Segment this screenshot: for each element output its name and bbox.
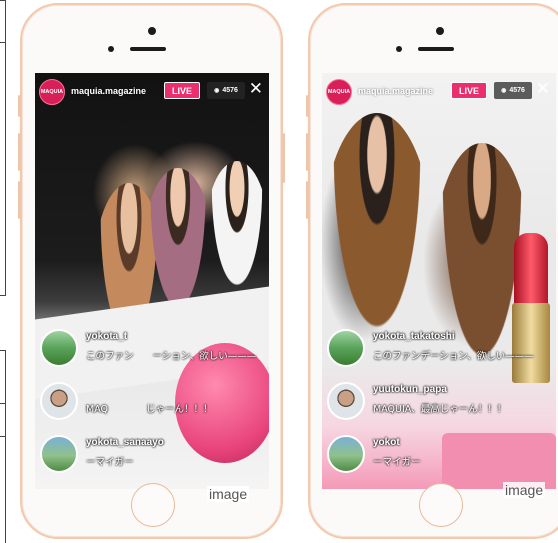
- sensor-dot: [396, 46, 402, 52]
- comment-avatar[interactable]: [40, 435, 78, 473]
- volume-down-button: [306, 181, 309, 219]
- comment-text: MAQUIA、最高じゃーん！！！: [373, 404, 507, 415]
- speaker: [130, 47, 166, 51]
- live-stream-screen: MAQUIA maquia.magazine LIVE ◉ 4576 ✕ yok…: [322, 73, 556, 489]
- front-camera: [436, 27, 444, 35]
- close-icon[interactable]: ✕: [249, 79, 263, 99]
- comment-username[interactable]: yokot: [373, 437, 400, 448]
- image-caption: image: [207, 486, 250, 502]
- comment-avatar[interactable]: [327, 329, 365, 367]
- volume-up-button: [18, 133, 21, 171]
- account-username[interactable]: maquia.magazine: [358, 86, 433, 96]
- stream-header: MAQUIA maquia.magazine LIVE ◉ 4576 ✕: [39, 79, 265, 105]
- image-caption: image: [503, 482, 546, 498]
- live-badge: LIVE: [451, 82, 487, 99]
- front-camera: [148, 27, 156, 35]
- eye-icon: ◉: [214, 88, 220, 94]
- mute-switch: [306, 95, 309, 117]
- live-stream-screen: MAQUIA maquia.magazine LIVE ◉ 4576 ✕ yok…: [35, 73, 269, 489]
- viewer-count: 4576: [509, 87, 525, 94]
- phone-mockup-left: MAQUIA maquia.magazine LIVE ◉ 4576 ✕ yok…: [18, 3, 285, 539]
- viewer-count-badge: ◉ 4576: [494, 82, 532, 99]
- comment-text: MAQ じゃーん！！！: [86, 404, 213, 415]
- sensor-dot: [108, 46, 114, 52]
- eye-icon: ◉: [501, 88, 507, 94]
- viewer-count-badge: ◉ 4576: [207, 82, 245, 99]
- comment-avatar[interactable]: [40, 382, 78, 420]
- power-button: [282, 133, 285, 183]
- display-stand: [442, 433, 556, 489]
- comment-avatar[interactable]: [327, 382, 365, 420]
- comment-username[interactable]: yokota_t: [86, 331, 127, 342]
- account-logo[interactable]: MAQUIA: [326, 79, 352, 105]
- comment-text: ーマイガー: [373, 457, 421, 468]
- lipstick-tip: [514, 233, 548, 305]
- comment-username[interactable]: yokota_takatoshi: [373, 331, 455, 342]
- close-icon[interactable]: ✕: [536, 79, 550, 99]
- home-button[interactable]: [131, 483, 175, 527]
- comment-text: このファンデーション、欲しい———: [373, 351, 534, 362]
- comment-avatar[interactable]: [40, 329, 78, 367]
- volume-down-button: [18, 181, 21, 219]
- viewer-count: 4576: [222, 87, 238, 94]
- volume-up-button: [306, 133, 309, 171]
- mute-switch: [18, 95, 21, 117]
- account-username[interactable]: maquia.magazine: [71, 86, 146, 96]
- comment-username[interactable]: yokota_sanaayo: [86, 437, 164, 448]
- comment-avatar[interactable]: [327, 435, 365, 473]
- comment-username[interactable]: yuutokun_papa: [373, 384, 447, 395]
- lipstick-case: [512, 303, 550, 383]
- account-logo[interactable]: MAQUIA: [39, 79, 65, 105]
- live-badge: LIVE: [164, 82, 200, 99]
- comment-text: ーマイガー: [86, 457, 134, 468]
- home-button[interactable]: [419, 483, 463, 527]
- phone-mockup-right: MAQUIA maquia.magazine LIVE ◉ 4576 ✕ yok…: [306, 3, 558, 539]
- stream-header: MAQUIA maquia.magazine LIVE ◉ 4576 ✕: [326, 79, 552, 105]
- comment-text: このファン ーション、欲しい———: [86, 351, 257, 362]
- speaker: [418, 47, 454, 51]
